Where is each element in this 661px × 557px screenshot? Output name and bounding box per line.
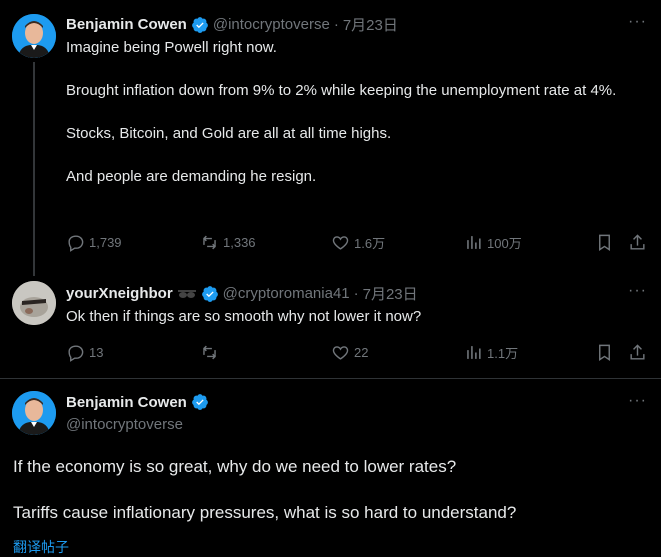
tweet1-header: Benjamin Cowen @intocryptoverse · 7月23日 — [66, 14, 398, 35]
bookmark-icon — [599, 234, 610, 251]
bookmark-icon — [599, 344, 610, 361]
tweet1-more-icon[interactable]: ··· — [628, 13, 647, 31]
reply-count: 1,739 — [89, 235, 122, 250]
verified-badge-icon[interactable] — [201, 285, 219, 303]
avatar-image — [12, 281, 56, 325]
divider — [0, 378, 661, 379]
views-icon — [467, 236, 481, 249]
heart-icon — [332, 236, 349, 250]
tweet3-author-name[interactable]: Benjamin Cowen — [66, 394, 187, 411]
reply-button[interactable]: 13 — [66, 343, 103, 362]
tweet1-body: Imagine being Powell right now. Brought … — [66, 38, 636, 187]
avatar-benjamin[interactable] — [12, 14, 56, 58]
bookmark-button[interactable] — [595, 233, 614, 252]
views-button[interactable]: 100万 — [464, 233, 522, 252]
tweet3-paragraph: Tariffs cause inflationary pressures, wh… — [13, 503, 517, 522]
views-icon — [467, 346, 481, 359]
verified-badge-icon[interactable] — [191, 393, 209, 411]
tweet2-date[interactable]: 7月23日 — [363, 283, 418, 304]
tweet1-handle[interactable]: @intocryptoverse — [213, 16, 330, 33]
tweet3-paragraph: If the economy is so great, why do we ne… — [13, 457, 457, 476]
like-count: 1.6万 — [354, 236, 386, 251]
avatar-image — [12, 391, 56, 435]
bookmark-button[interactable] — [595, 343, 614, 362]
tweet2-separator: · — [353, 285, 359, 302]
views-count: 100万 — [487, 236, 522, 251]
tweet1-date[interactable]: 7月23日 — [343, 14, 398, 35]
like-button[interactable]: 1.6万 — [331, 233, 385, 252]
avatar-image — [12, 14, 56, 58]
reply-icon — [68, 345, 84, 362]
like-count: 22 — [354, 345, 369, 360]
tweet1-author-name[interactable]: Benjamin Cowen — [66, 16, 187, 33]
tweet1-separator: · — [333, 16, 339, 33]
tweet1-paragraph: And people are demanding he resign. — [66, 168, 317, 185]
thread-line — [33, 62, 35, 276]
tweet2-author-name[interactable]: yourXneighbor — [66, 285, 173, 302]
reply-icon — [68, 235, 84, 252]
like-button[interactable]: 22 — [331, 343, 368, 362]
views-count: 1.1万 — [487, 346, 519, 361]
retweet-button[interactable]: 1,336 — [200, 233, 256, 252]
reply-count: 13 — [89, 345, 104, 360]
reply-button[interactable]: 1,739 — [66, 233, 122, 252]
share-button[interactable] — [628, 343, 647, 362]
tweet3-header: Benjamin Cowen — [66, 393, 209, 411]
retweet-icon — [203, 235, 216, 250]
tweet2-body: Ok then if things are so smooth why not … — [66, 308, 422, 325]
share-icon — [630, 234, 645, 250]
translate-post-link[interactable]: 翻译帖子 — [13, 537, 69, 557]
tweet1-paragraph: Imagine being Powell right now. — [66, 39, 277, 56]
avatar-benjamin[interactable] — [12, 391, 56, 435]
tweet3-handle[interactable]: @intocryptoverse — [66, 416, 183, 433]
share-button[interactable] — [628, 233, 647, 252]
tweet2-header: yourXneighbor @cryptoromania41 · 7月23日 — [66, 283, 418, 304]
tweet2-handle[interactable]: @cryptoromania41 — [223, 285, 350, 302]
views-button[interactable]: 1.1万 — [464, 343, 518, 362]
tweet1-paragraph: Stocks, Bitcoin, and Gold are all at all… — [66, 125, 392, 142]
tweet3-body: If the economy is so great, why do we ne… — [13, 455, 653, 525]
heart-icon — [332, 346, 349, 360]
retweet-icon — [203, 345, 216, 360]
retweet-button[interactable] — [200, 343, 219, 362]
tweet2-more-icon[interactable]: ··· — [628, 282, 647, 300]
verified-badge-icon[interactable] — [191, 16, 209, 34]
share-icon — [630, 344, 645, 360]
sunglasses-icon — [177, 287, 197, 301]
retweet-count: 1,336 — [223, 235, 256, 250]
tweet3-more-icon[interactable]: ··· — [628, 392, 647, 410]
avatar-yourxneighbor[interactable] — [12, 281, 56, 325]
tweet1-paragraph: Brought inflation down from 9% to 2% whi… — [66, 82, 617, 99]
